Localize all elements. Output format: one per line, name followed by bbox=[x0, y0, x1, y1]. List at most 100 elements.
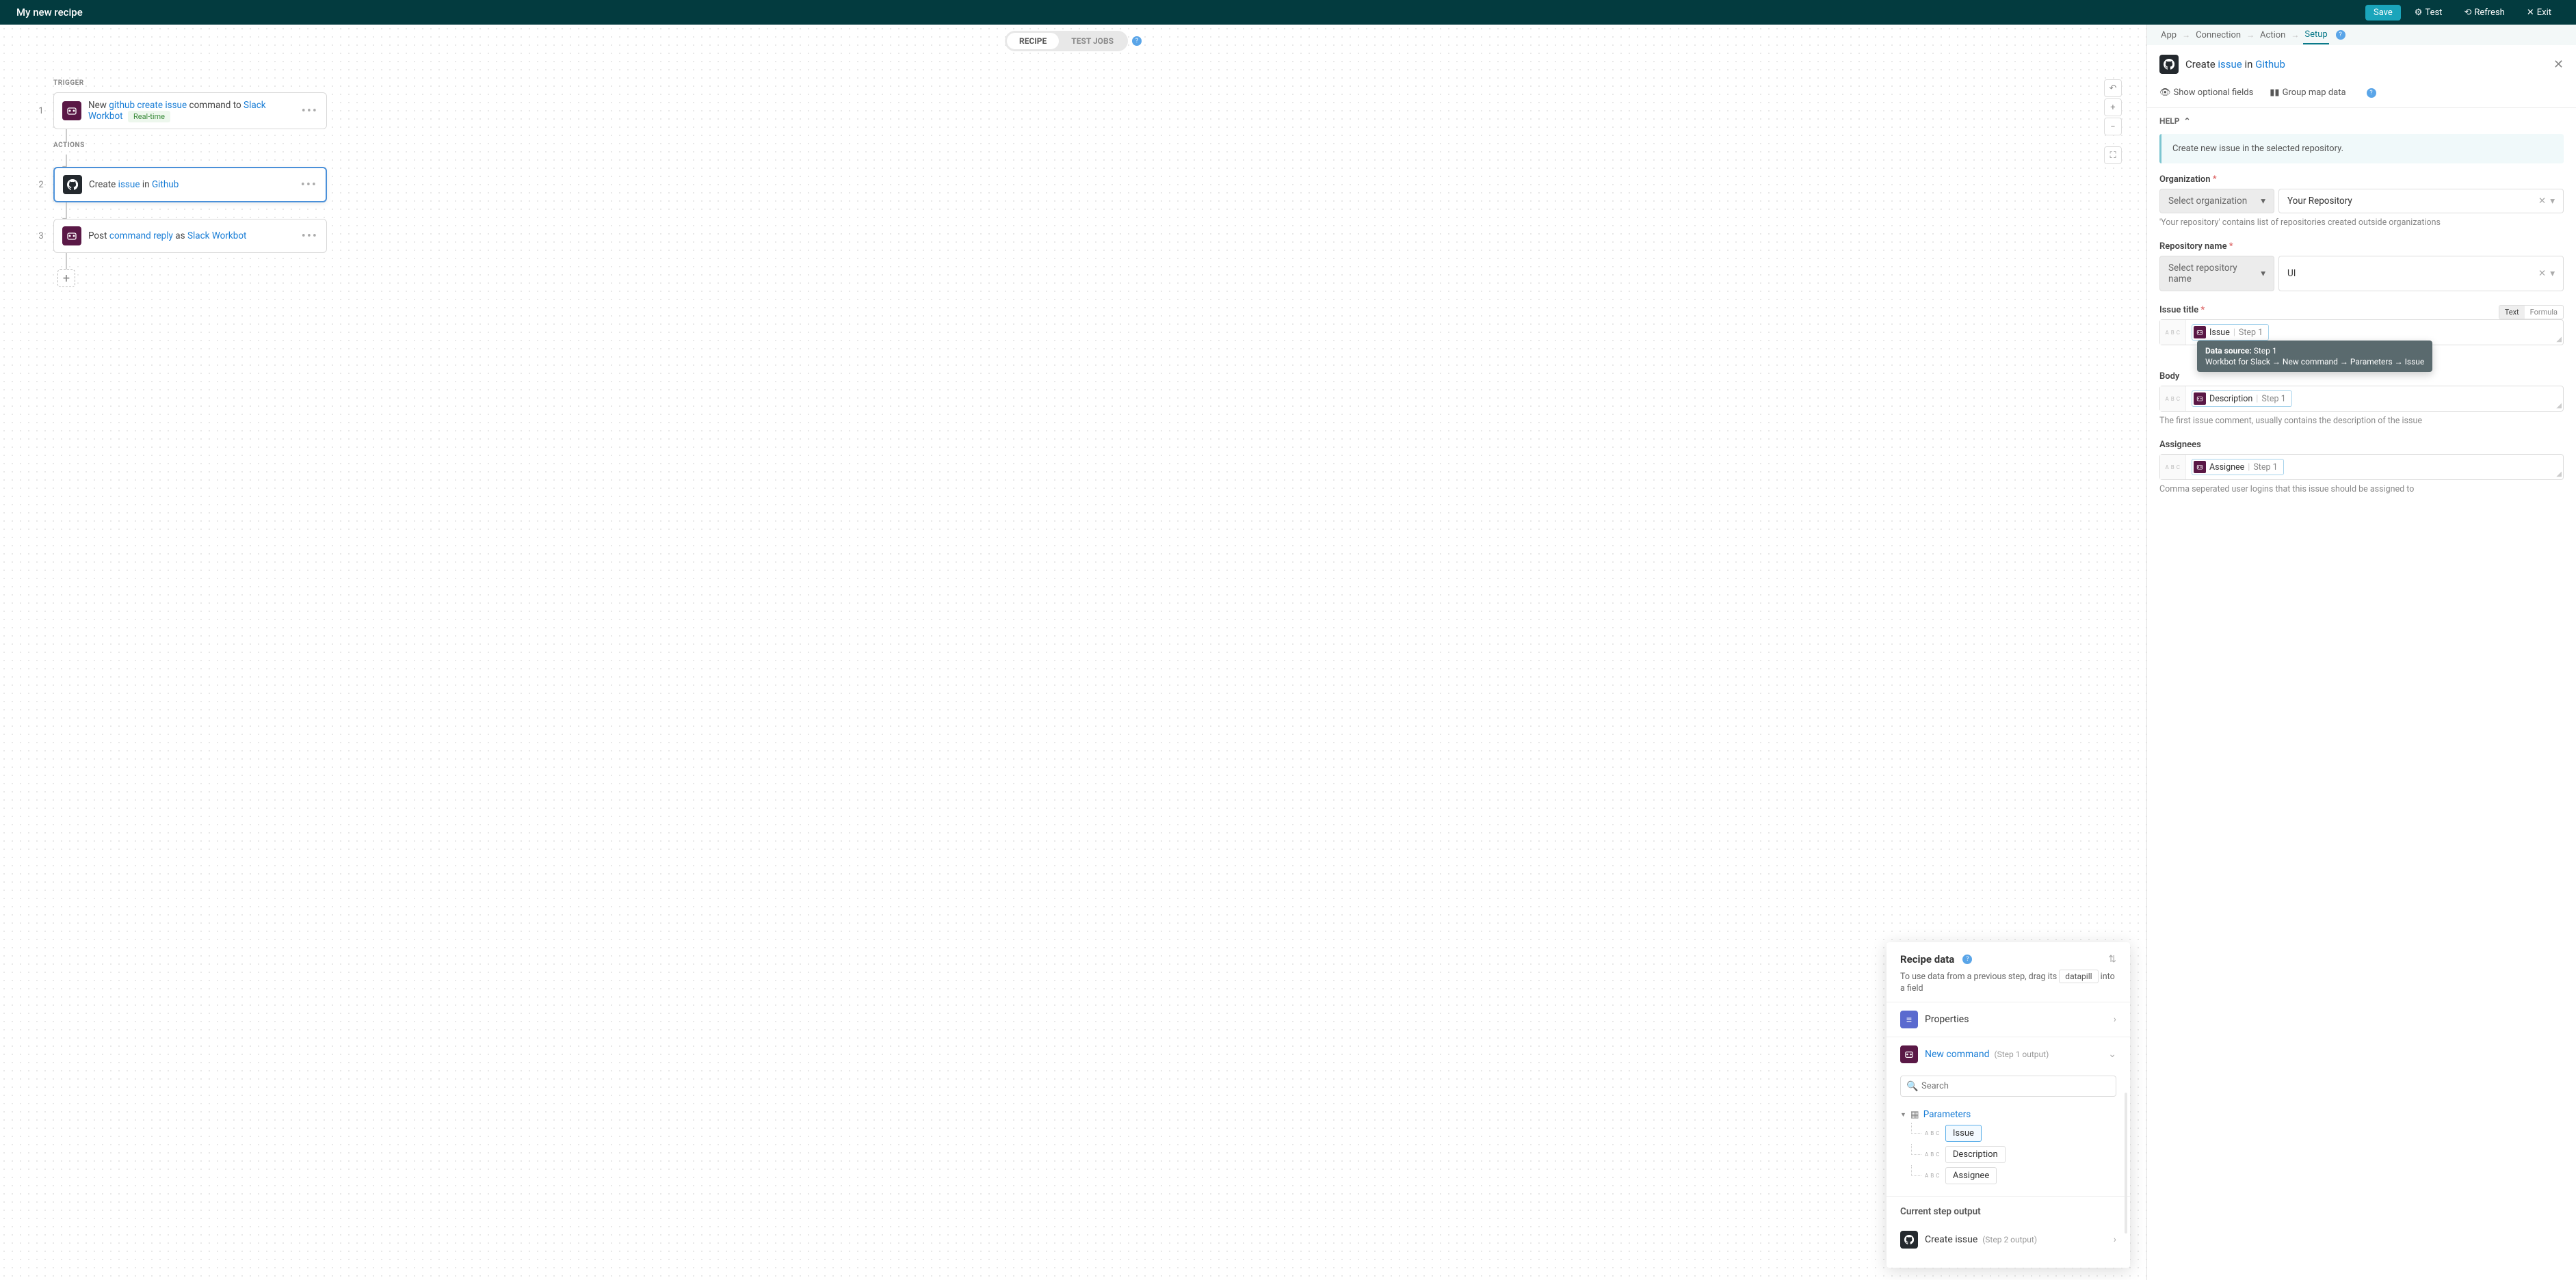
github-icon bbox=[1900, 1231, 1918, 1249]
new-command-row[interactable]: New command (Step 1 output) ⌄ bbox=[1887, 1037, 2130, 1071]
create-issue-row[interactable]: Create issue (Step 2 output) › bbox=[1887, 1223, 2130, 1257]
tab-app[interactable]: App bbox=[2159, 27, 2178, 44]
repository-select[interactable]: Select repository name▾ bbox=[2159, 256, 2274, 291]
organization-select[interactable]: Select organization▾ bbox=[2159, 189, 2274, 213]
view-tabs: RECIPE TEST JOBS ? bbox=[0, 25, 2146, 57]
workbot-icon bbox=[62, 101, 81, 120]
resize-handle[interactable]: ◢ bbox=[2556, 336, 2562, 343]
test-button[interactable]: ⚙ Test bbox=[2406, 5, 2451, 21]
zoom-out-button[interactable]: − bbox=[2104, 118, 2122, 135]
grid-icon: ▦ bbox=[1910, 1109, 1919, 1120]
type-icon: A B C bbox=[1925, 1173, 1940, 1179]
close-panel-button[interactable]: ✕ bbox=[2553, 57, 2564, 72]
group-map-data[interactable]: ▮▮ Group map data bbox=[2270, 88, 2345, 98]
text-mode[interactable]: Text bbox=[2499, 306, 2525, 319]
step-menu-icon[interactable]: ••• bbox=[302, 104, 318, 118]
help-icon[interactable]: ? bbox=[2336, 30, 2345, 40]
resize-handle[interactable]: ◢ bbox=[2556, 402, 2562, 410]
action-card-github[interactable]: Create issue in Github ••• bbox=[53, 167, 327, 202]
body-pill[interactable]: Description|Step 1 bbox=[2192, 390, 2292, 407]
chevron-down-icon[interactable]: ▾ bbox=[2550, 196, 2555, 206]
chevron-down-icon: ⌄ bbox=[2108, 1049, 2116, 1060]
step-output-label: (Step 1 output) bbox=[1994, 1050, 2049, 1059]
help-icon[interactable]: ? bbox=[1962, 955, 1972, 964]
type-icon: A B C bbox=[1925, 1130, 1940, 1136]
body-hint: The first issue comment, usually contain… bbox=[2159, 416, 2564, 426]
zoom-in-button[interactable]: + bbox=[2104, 98, 2122, 116]
body-field[interactable]: A B C Description|Step 1 ◢ bbox=[2159, 386, 2564, 412]
step-menu-icon[interactable]: ••• bbox=[302, 229, 318, 243]
organization-value[interactable]: Your Repository ✕ ▾ bbox=[2278, 189, 2564, 213]
action-text: Post command reply as Slack Workbot bbox=[88, 230, 295, 241]
side-panel: App → Connection → Action → Setup ? Crea… bbox=[2146, 25, 2576, 1280]
chevron-down-icon: ▾ bbox=[2261, 268, 2265, 279]
assignees-field[interactable]: A B C Assignee|Step 1 ◢ bbox=[2159, 454, 2564, 480]
issue-title-pill[interactable]: Issue|Step 1 bbox=[2192, 324, 2269, 341]
issue-title-field[interactable]: A B C Issue|Step 1 ◢ Data source: Step 1… bbox=[2159, 319, 2564, 345]
type-icon: A B C bbox=[2160, 455, 2186, 479]
datapill-description[interactable]: Description bbox=[1945, 1146, 2006, 1163]
clear-icon[interactable]: ✕ bbox=[2538, 268, 2546, 279]
expand-icon[interactable]: ⇅ bbox=[2108, 954, 2116, 965]
tab-setup[interactable]: Setup bbox=[2303, 26, 2328, 44]
arrow-icon: → bbox=[2182, 30, 2190, 40]
step-number: 2 bbox=[34, 180, 48, 190]
chevron-right-icon: › bbox=[2114, 1234, 2116, 1245]
chevron-down-icon: ▾ bbox=[2261, 196, 2265, 206]
connector bbox=[66, 253, 67, 269]
step-menu-icon[interactable]: ••• bbox=[301, 178, 317, 192]
realtime-badge: Real-time bbox=[128, 111, 170, 122]
recipe-data-title: Recipe data bbox=[1900, 953, 1954, 965]
create-issue-label: Create issue bbox=[1925, 1234, 1977, 1245]
properties-row[interactable]: ≡ Properties › bbox=[1887, 1002, 2130, 1037]
tab-test-jobs[interactable]: TEST JOBS bbox=[1059, 33, 1126, 49]
chevron-down-icon[interactable]: ▾ bbox=[2550, 268, 2555, 279]
parameters-node[interactable]: ▼ ▦ Parameters bbox=[1900, 1106, 2116, 1123]
body-label: Body bbox=[2159, 371, 2564, 382]
datapill-assignee[interactable]: Assignee bbox=[1945, 1167, 1997, 1184]
scrollbar[interactable] bbox=[2125, 1093, 2127, 1234]
help-toggle[interactable]: HELP ⌃ bbox=[2147, 108, 2576, 134]
resize-handle[interactable]: ◢ bbox=[2556, 470, 2562, 478]
exit-label: Exit bbox=[2537, 8, 2551, 18]
search-icon: 🔍 bbox=[1906, 1081, 1918, 1092]
workbot-icon bbox=[2194, 461, 2206, 473]
trigger-label: TRIGGER bbox=[53, 79, 327, 87]
tab-connection[interactable]: Connection bbox=[2194, 27, 2242, 44]
repository-value[interactable]: UI ✕ ▾ bbox=[2278, 256, 2564, 291]
workbot-icon bbox=[2194, 392, 2206, 405]
recipe-data-hint: To use data from a previous step, drag i… bbox=[1887, 970, 2130, 1002]
repository-label: Repository name * bbox=[2159, 241, 2564, 252]
organization-hint: 'Your repository' contains list of repos… bbox=[2159, 217, 2564, 228]
exit-button[interactable]: ✕ Exit bbox=[2519, 5, 2560, 21]
assignees-label: Assignees bbox=[2159, 440, 2564, 450]
gear-icon: ⚙ bbox=[2415, 8, 2423, 18]
refresh-button[interactable]: ⟲ Refresh bbox=[2456, 5, 2512, 21]
show-optional-fields[interactable]: 👁 Show optional fields bbox=[2159, 88, 2253, 98]
properties-label: Properties bbox=[1925, 1014, 2107, 1025]
fit-button[interactable]: ⛶ bbox=[2104, 146, 2122, 164]
trigger-card[interactable]: New github create issue command to Slack… bbox=[53, 92, 327, 129]
action-card-workbot[interactable]: Post command reply as Slack Workbot ••• bbox=[53, 219, 327, 253]
columns-icon: ▮▮ bbox=[2270, 88, 2279, 98]
eye-icon: 👁 bbox=[2159, 88, 2171, 98]
clear-icon[interactable]: ✕ bbox=[2538, 196, 2546, 206]
github-icon bbox=[2159, 55, 2179, 74]
datapill-issue[interactable]: Issue bbox=[1945, 1125, 1982, 1142]
chevron-up-icon: ⌃ bbox=[2183, 116, 2190, 126]
assignees-pill[interactable]: Assignee|Step 1 bbox=[2192, 459, 2284, 475]
workbot-icon bbox=[62, 226, 81, 245]
formula-mode[interactable]: Formula bbox=[2525, 306, 2563, 319]
connector bbox=[66, 129, 67, 142]
add-step-button[interactable]: + bbox=[57, 269, 75, 287]
tab-recipe[interactable]: RECIPE bbox=[1007, 33, 1059, 49]
top-bar: My new recipe Save ⚙ Test ⟲ Refresh ✕ Ex… bbox=[0, 0, 2576, 25]
datatree-search-input[interactable] bbox=[1900, 1076, 2116, 1097]
help-icon[interactable]: ? bbox=[2367, 88, 2376, 98]
workbot-icon bbox=[2194, 326, 2206, 338]
save-button[interactable]: Save bbox=[2365, 5, 2401, 21]
help-icon[interactable]: ? bbox=[1132, 36, 1142, 46]
tab-action[interactable]: Action bbox=[2259, 27, 2287, 44]
mode-toggle[interactable]: Text Formula bbox=[2499, 305, 2564, 319]
undo-button[interactable]: ↶ bbox=[2104, 79, 2122, 97]
